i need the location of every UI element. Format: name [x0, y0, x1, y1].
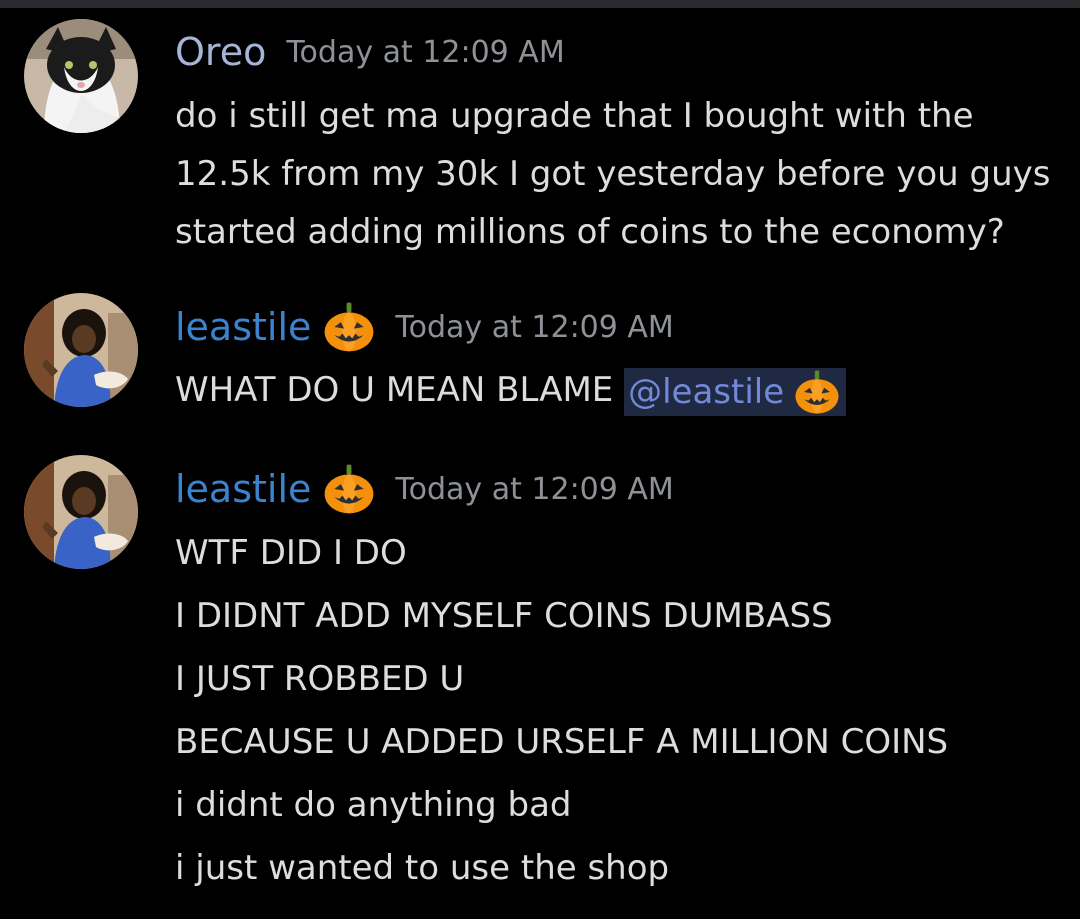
- message-line: I JUST ROBBED U: [175, 659, 465, 699]
- person-avatar-icon: [24, 293, 138, 407]
- timestamp: Today at 12:09 AM: [395, 471, 674, 507]
- message-line: WTF DID I DO: [175, 533, 407, 573]
- timestamp: Today at 12:09 AM: [395, 309, 674, 345]
- message-text: WHAT DO U MEAN BLAME: [175, 370, 614, 410]
- jack-o-lantern-icon: [794, 369, 840, 415]
- user-mention[interactable]: @leastile: [624, 367, 847, 416]
- top-bar: [0, 0, 1080, 8]
- message-line: 12.5k from my 30k I got yesterday before…: [175, 154, 1051, 194]
- message-line: do i still get ma upgrade that I bought …: [175, 96, 974, 136]
- message-line: i didnt do anything bad: [175, 785, 572, 825]
- message-line: i just wanted to use the shop: [175, 848, 670, 888]
- username[interactable]: Oreo: [175, 33, 266, 71]
- mention-text: @leastile: [628, 371, 785, 412]
- person-avatar-icon: [24, 455, 138, 569]
- cat-avatar-icon: [24, 19, 138, 133]
- jack-o-lantern-icon: [323, 301, 375, 353]
- message-header: Oreo Today at 12:09 AM: [175, 27, 565, 77]
- message-line: WHAT DO U MEAN BLAME @leastile: [175, 361, 847, 419]
- username[interactable]: leastile: [175, 308, 311, 346]
- message-line: BECAUSE U ADDED URSELF A MILLION COINS: [175, 722, 949, 762]
- message-header: leastile Today at 12:09 AM: [175, 464, 674, 514]
- avatar[interactable]: [24, 455, 138, 569]
- jack-o-lantern-icon: [323, 463, 375, 515]
- avatar[interactable]: [24, 293, 138, 407]
- message-line: started adding millions of coins to the …: [175, 212, 1005, 252]
- username[interactable]: leastile: [175, 470, 311, 508]
- timestamp: Today at 12:09 AM: [286, 34, 565, 70]
- message-line: I DIDNT ADD MYSELF COINS DUMBASS: [175, 596, 833, 636]
- message-header: leastile Today at 12:09 AM: [175, 302, 674, 352]
- avatar[interactable]: [24, 19, 138, 133]
